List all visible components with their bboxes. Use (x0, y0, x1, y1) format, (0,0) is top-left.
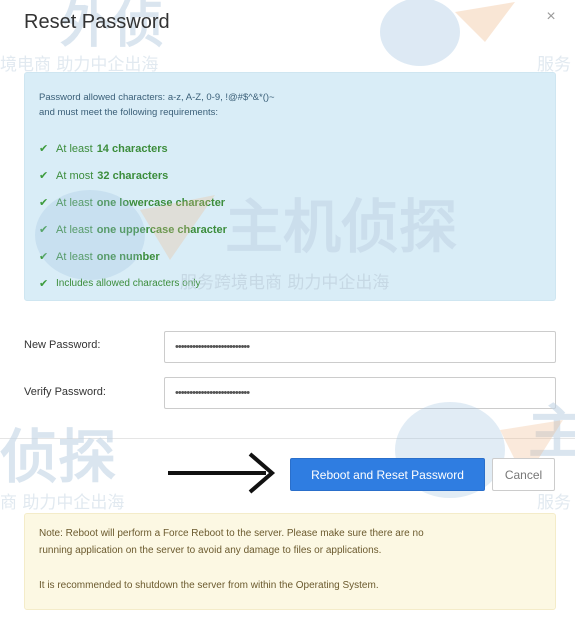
new-password-input[interactable] (164, 331, 556, 363)
list-item: ✔ At least 14 characters (39, 135, 227, 162)
requirement-prefix: At least (56, 196, 93, 209)
close-icon[interactable]: × (542, 6, 560, 28)
list-item: ✔ Includes allowed characters only (39, 270, 227, 297)
watermark-text: 服务 (537, 493, 571, 513)
right-arrow-icon (168, 452, 276, 494)
watermark-logo (380, 0, 515, 66)
requirements-list: ✔ At least 14 characters ✔ At most 32 ch… (39, 135, 227, 297)
password-requirements-box: Password allowed characters: a-z, A-Z, 0… (24, 72, 556, 301)
requirement-value: one lowercase character (96, 196, 226, 209)
requirement-prefix: At least (56, 223, 93, 236)
requirement-value: one number (96, 250, 160, 263)
requirement-prefix: At most (56, 169, 94, 182)
cancel-button[interactable]: Cancel (492, 458, 555, 491)
check-icon: ✔ (39, 170, 49, 182)
requirement-value: 32 characters (97, 169, 169, 182)
requirement-text: Includes allowed characters only (56, 278, 201, 289)
warning-text: Note: Reboot will perform a Force Reboot… (39, 528, 424, 539)
warning-text: It is recommended to shutdown the server… (39, 580, 379, 591)
dialog-title: Reset Password (24, 11, 170, 33)
requirement-value: one uppercase character (96, 223, 227, 236)
reboot-warning-box: Note: Reboot will perform a Force Reboot… (24, 513, 556, 610)
check-icon: ✔ (39, 251, 49, 263)
check-icon: ✔ (39, 278, 49, 290)
list-item: ✔ At least one lowercase character (39, 189, 227, 216)
check-icon: ✔ (39, 224, 49, 236)
requirements-allowed-chars: Password allowed characters: a-z, A-Z, 0… (39, 92, 275, 103)
requirements-intro: Password allowed characters: a-z, A-Z, 0… (39, 90, 275, 120)
reset-password-dialog: 外侦 境电商 助力中企出海 服务 Reset Password × Passwo… (0, 0, 575, 624)
list-item: ✔ At least one number (39, 243, 227, 270)
verify-password-label: Verify Password: (24, 386, 106, 398)
list-item: ✔ At least one uppercase character (39, 216, 227, 243)
requirements-must-meet: and must meet the following requirements… (39, 107, 219, 118)
warning-text: running application on the server to avo… (39, 545, 382, 556)
watermark-text: 商 助力中企出海 (0, 493, 125, 513)
verify-password-input[interactable] (164, 377, 556, 409)
requirement-prefix: At least (56, 142, 93, 155)
divider (0, 438, 575, 439)
requirement-prefix: At least (56, 250, 93, 263)
list-item: ✔ At most 32 characters (39, 162, 227, 189)
check-icon: ✔ (39, 143, 49, 155)
requirement-value: 14 characters (96, 142, 168, 155)
watermark-text: 侦探 (0, 423, 117, 491)
reboot-and-reset-password-button[interactable]: Reboot and Reset Password (290, 458, 485, 491)
check-icon: ✔ (39, 197, 49, 209)
new-password-label: New Password: (24, 339, 101, 351)
